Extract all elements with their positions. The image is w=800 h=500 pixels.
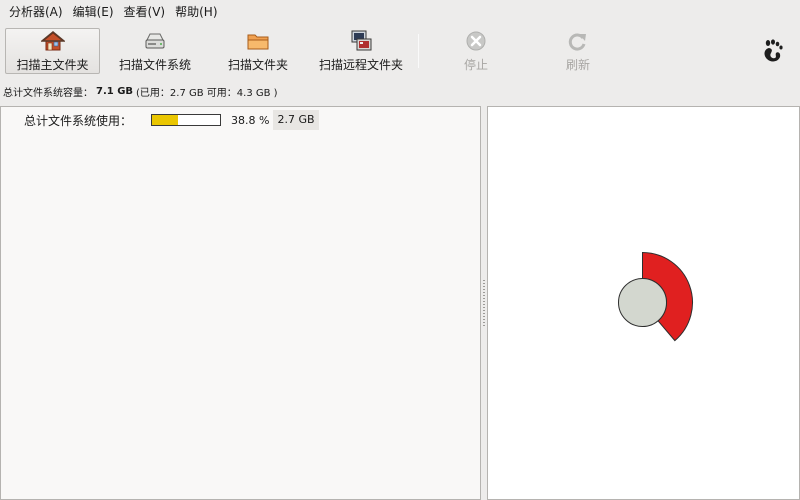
refresh-button[interactable]: 刷新 bbox=[548, 28, 608, 74]
tree-row-name: 总计文件系统使用： bbox=[24, 113, 133, 128]
toolbar: 扫描主文件夹 扫描文件系统 扫描文件夹 扫描远程文件夹 停止 刷新 bbox=[0, 26, 800, 76]
menu-help[interactable]: 帮助(H) bbox=[170, 0, 222, 24]
toolbar-separator bbox=[418, 34, 419, 68]
capacity-label: 总计文件系统容量： bbox=[3, 87, 93, 99]
stop-button[interactable]: 停止 bbox=[446, 28, 506, 74]
network-icon bbox=[351, 30, 372, 50]
usage-bar bbox=[151, 114, 221, 126]
folder-icon bbox=[247, 34, 269, 49]
scan-filesystem-button[interactable]: 扫描文件系统 bbox=[112, 28, 198, 74]
splitter-grip bbox=[483, 280, 485, 326]
menu-edit[interactable]: 编辑(E) bbox=[68, 0, 119, 24]
stop-label: 停止 bbox=[463, 57, 488, 72]
ring-chart-pane bbox=[487, 106, 800, 500]
scan-folder-label: 扫描文件夹 bbox=[227, 57, 288, 72]
capacity-detail: (已用：2.7 GB 可用：4.3 GB ) bbox=[136, 87, 278, 99]
tree-row[interactable]: 总计文件系统使用： 38.8 % 2.7 GB bbox=[24, 110, 319, 130]
stop-icon bbox=[466, 31, 486, 50]
menu-view[interactable]: 查看(V) bbox=[119, 0, 171, 24]
gnome-foot-icon bbox=[764, 39, 783, 62]
ring-center[interactable] bbox=[618, 278, 667, 327]
capacity-summary: 总计文件系统容量： 7.1 GB (已用：2.7 GB 可用：4.3 GB ) bbox=[3, 83, 278, 99]
capacity-total: 7.1 GB bbox=[96, 85, 134, 97]
ring-chart bbox=[618, 251, 693, 342]
drive-icon bbox=[145, 33, 165, 48]
menu-bar: 分析器(A) 编辑(E) 查看(V) 帮助(H) bbox=[0, 0, 800, 24]
gnome-button[interactable] bbox=[755, 28, 791, 74]
refresh-label: 刷新 bbox=[565, 57, 590, 72]
usage-size: 2.7 GB bbox=[273, 110, 319, 130]
usage-percent: 38.8 % bbox=[231, 113, 270, 127]
scan-remote-label: 扫描远程文件夹 bbox=[318, 57, 403, 72]
scan-home-button[interactable]: 扫描主文件夹 bbox=[5, 28, 100, 74]
scan-remote-button[interactable]: 扫描远程文件夹 bbox=[312, 28, 410, 74]
home-icon bbox=[40, 30, 65, 50]
scan-folder-button[interactable]: 扫描文件夹 bbox=[220, 28, 296, 74]
scan-home-label: 扫描主文件夹 bbox=[16, 57, 89, 72]
scan-filesystem-label: 扫描文件系统 bbox=[118, 57, 191, 72]
refresh-icon bbox=[568, 33, 586, 51]
directory-tree[interactable]: 总计文件系统使用： 38.8 % 2.7 GB bbox=[0, 106, 481, 500]
usage-bar-fill bbox=[152, 115, 179, 125]
menu-analyzer[interactable]: 分析器(A) bbox=[4, 0, 68, 24]
